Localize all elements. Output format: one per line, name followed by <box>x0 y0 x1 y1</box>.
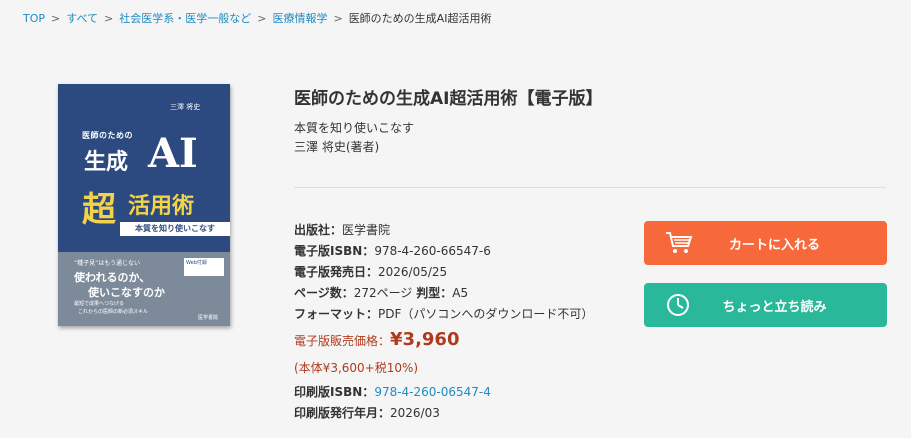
book-cover-image[interactable]: 三澤 将史 医師のための 生成 AI 超 活用術 本質を知り使いこなす “種子見… <box>58 84 230 326</box>
cover-line1: 生成 <box>84 149 129 175</box>
cover-b3: 最短で成果へつなげる <box>74 301 125 307</box>
cover-author: 三澤 将史 <box>170 103 201 111</box>
cover-quote: “種子見”はもう通じない <box>74 260 141 267</box>
isbn-value: 978-4-260-66547-6 <box>374 244 491 258</box>
breadcrumb-social-medicine[interactable]: 社会医学系・医学一般など <box>119 12 251 25</box>
preview-label: ちょっと立ち読み <box>722 299 827 315</box>
breadcrumb-top[interactable]: TOP <box>23 12 45 25</box>
divider <box>294 187 886 188</box>
price-value: ¥3,960 <box>390 329 460 350</box>
publisher-value: 医学書院 <box>342 223 391 237</box>
format-value: PDF（パソコンへのダウンロード不可） <box>378 307 594 321</box>
release-value: 2026/05/25 <box>378 265 448 279</box>
size-value: A5 <box>452 286 469 300</box>
print-date-value: 2026/03 <box>390 406 440 420</box>
cover-b2: 使いこなすのか <box>88 286 165 299</box>
breadcrumb-current: 医師のための生成AI超活用術 <box>348 12 492 25</box>
publisher-row: 出版社：医学書院 <box>294 223 391 237</box>
pages-row: ページ数：272ページ 判型：A5 <box>294 286 469 300</box>
breadcrumb-all[interactable]: すべて <box>66 12 98 25</box>
breadcrumb: TOP > すべて > 社会医学系・医学一般など > 医療情報学 > 医師のための生成AI超活用… <box>23 12 492 25</box>
format-row: フォーマット：PDF（パソコンへのダウンロード不可） <box>294 307 594 321</box>
cover-small-title: 医師のための <box>82 131 133 140</box>
cover-publisher: 医学書院 <box>198 315 219 321</box>
book-title: 医師のための生成AI超活用術【電子版】 <box>294 89 603 109</box>
book-subtitle: 本質を知り使いこなす <box>294 121 415 135</box>
cover-ai: AI <box>148 130 198 177</box>
cover-b4: これからの医師の新必須スキル <box>78 309 149 315</box>
preview-button[interactable]: ちょっと立ち読み <box>644 283 887 327</box>
add-to-cart-button[interactable]: カートに入れる <box>644 221 887 265</box>
cover-band: 本質を知り使いこなす <box>120 222 230 236</box>
add-to-cart-label: カートに入れる <box>728 237 820 253</box>
print-date-row: 印刷版発行年月：2026/03 <box>294 406 440 420</box>
book-authors: 三澤 将史(著者) <box>294 140 380 154</box>
price-row: 電子版販売価格：¥3,960 <box>294 329 460 350</box>
print-isbn-link[interactable]: 978-4-260-06547-4 <box>374 385 491 399</box>
release-row: 電子版発売日：2026/05/25 <box>294 265 448 279</box>
pages-value: 272ページ <box>353 286 413 300</box>
cover-b1: 使われるのか、 <box>74 271 151 284</box>
cover-web-badge: Web付録 <box>184 258 224 276</box>
cover-katsuyou: 活用術 <box>128 193 195 219</box>
tax-note: (本体¥3,600+税10%) <box>294 361 419 375</box>
cover-cho: 超 <box>82 190 116 230</box>
cover-bottom: “種子見”はもう通じない 使われるのか、 使いこなすのか 最短で成果へつなげる … <box>58 252 230 326</box>
print-isbn-row: 印刷版ISBN：978-4-260-06547-4 <box>294 385 491 399</box>
isbn-row: 電子版ISBN：978-4-260-66547-6 <box>294 244 491 258</box>
breadcrumb-medical-informatics[interactable]: 医療情報学 <box>272 12 327 25</box>
